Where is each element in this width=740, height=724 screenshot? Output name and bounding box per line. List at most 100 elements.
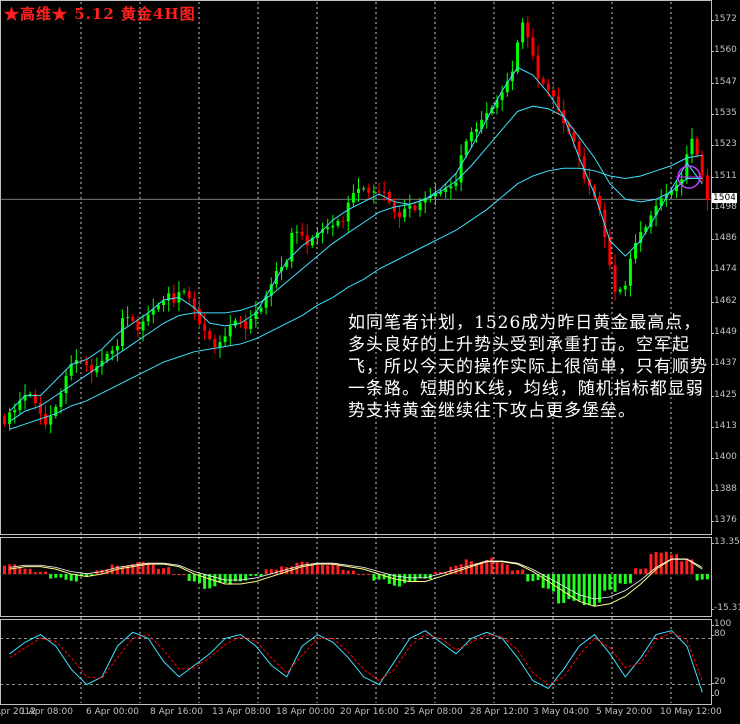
- candle: [249, 318, 253, 329]
- macd-bar: [418, 574, 422, 578]
- candle: [628, 258, 632, 286]
- candle: [541, 78, 545, 84]
- candle: [408, 205, 412, 209]
- price-tick-label: 1535: [711, 107, 737, 118]
- macd-bar: [285, 567, 289, 575]
- candle: [449, 186, 453, 189]
- candle: [54, 406, 58, 417]
- time-tick-label: 6 Apr 00:00: [86, 707, 139, 717]
- candle: [126, 317, 130, 319]
- macd-bar: [526, 574, 530, 582]
- macd-bar: [264, 569, 268, 575]
- candle: [623, 285, 627, 290]
- macd-bar: [172, 574, 176, 576]
- macd-bar: [495, 561, 499, 575]
- price-tick-label: 1425: [711, 389, 737, 400]
- macd-bar: [505, 564, 509, 575]
- candle: [336, 220, 340, 226]
- macd-bar: [182, 574, 186, 576]
- macd-bar: [315, 565, 319, 575]
- macd-bar: [321, 564, 325, 575]
- candle: [208, 330, 212, 339]
- macd-bar: [351, 570, 355, 575]
- macd-bar: [203, 574, 207, 589]
- candle: [536, 55, 540, 79]
- candle: [475, 128, 478, 133]
- macd-bar: [433, 571, 437, 575]
- candle: [377, 191, 381, 193]
- candle: [59, 393, 63, 407]
- price-tick-label: 1413: [711, 420, 737, 431]
- macd-bar: [49, 574, 53, 579]
- stochastic-line: [9, 630, 703, 693]
- macd-bar: [187, 574, 191, 582]
- macd-bar: [331, 564, 335, 575]
- macd-bar: [177, 574, 181, 576]
- time-tick-label: 5 May 20:00: [596, 707, 652, 717]
- candle: [551, 90, 555, 97]
- candle: [618, 289, 622, 292]
- time-tick-label: 3 May 04:00: [533, 707, 589, 717]
- macd-bar: [13, 564, 17, 575]
- macd-axis: 13.35 -15.31: [710, 537, 740, 617]
- candle: [259, 307, 263, 312]
- macd-bar: [700, 574, 704, 580]
- macd-bar: [162, 568, 166, 575]
- macd-bar: [59, 574, 63, 578]
- macd-bar: [500, 562, 504, 575]
- candle: [44, 413, 48, 425]
- macd-bar: [587, 574, 591, 606]
- candle: [203, 324, 207, 331]
- macd-bar: [639, 568, 643, 575]
- candle: [213, 338, 217, 348]
- candle: [418, 202, 422, 211]
- macd-bar: [582, 574, 586, 606]
- macd-bar: [362, 574, 366, 576]
- candle: [341, 220, 345, 222]
- price-tick-label: 1486: [711, 233, 737, 244]
- time-tick-label: 8 Apr 16:00: [150, 707, 203, 717]
- candle: [469, 132, 473, 142]
- macd-tick-label: -15.31: [710, 603, 740, 613]
- candle: [105, 353, 109, 361]
- time-tick-label: 13 Apr 08:00: [212, 707, 271, 717]
- macd-bar: [659, 552, 663, 575]
- time-tick-label: 25 Apr 08:00: [404, 707, 463, 717]
- candle: [131, 317, 135, 321]
- stochastic-tick-label: 80: [710, 629, 726, 639]
- time-tick-label: 1 Apr 08:00: [20, 707, 73, 717]
- price-tick-label: 1560: [711, 45, 737, 56]
- stochastic-tick-label: 100: [710, 619, 732, 629]
- analysis-annotation: 如同笔者计划，1526成为昨日黄金最高点，多头良好的上升势头受到承重打击。空军起…: [348, 313, 708, 421]
- macd-bar: [669, 554, 673, 575]
- candle: [146, 314, 150, 322]
- macd-bar: [254, 574, 258, 576]
- macd-bar: [3, 565, 6, 575]
- price-tick-label: 1400: [711, 452, 737, 463]
- candle: [228, 325, 232, 337]
- macd-bar: [249, 574, 253, 576]
- macd-bar: [346, 570, 350, 575]
- macd-bar: [372, 574, 376, 581]
- stochastic-tick-label: 20: [710, 677, 726, 687]
- macd-bar: [675, 554, 679, 575]
- candle: [705, 175, 709, 201]
- candle: [223, 336, 227, 343]
- macd-bar: [531, 574, 535, 582]
- macd-bar: [469, 561, 473, 575]
- macd-bar: [603, 574, 607, 591]
- macd-bar: [521, 569, 525, 575]
- candle: [459, 155, 463, 183]
- candle: [454, 182, 458, 187]
- candle: [233, 320, 237, 326]
- candle: [382, 191, 386, 193]
- candle: [8, 412, 12, 425]
- candle: [3, 416, 6, 425]
- macd-bar: [33, 572, 37, 575]
- price-tick-label: 1498: [711, 201, 737, 212]
- macd-bar: [695, 574, 699, 581]
- stochastic-axis: 100 80 20 0: [710, 619, 740, 705]
- candle: [121, 318, 124, 347]
- macd-bar: [541, 574, 545, 589]
- time-tick-label: 18 Apr 00:00: [276, 707, 335, 717]
